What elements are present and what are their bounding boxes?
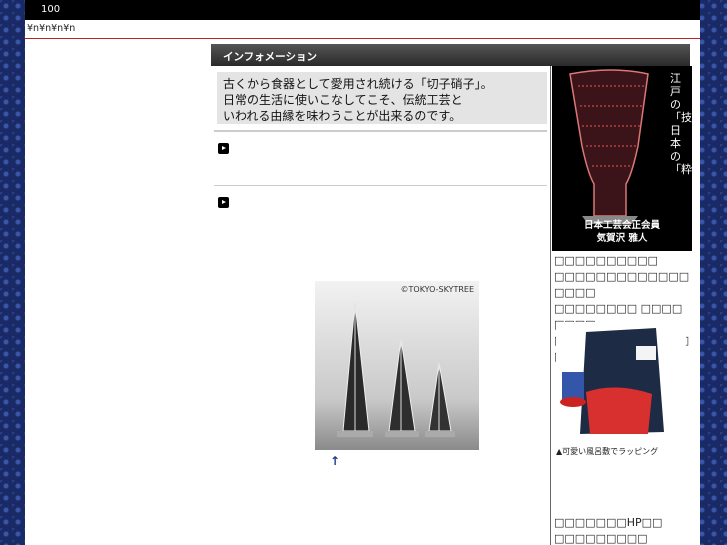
ad-member-name: 気賀沢 雅人 bbox=[596, 233, 648, 244]
sidebar-bottom-line: □□□□□□□□□ bbox=[554, 532, 648, 545]
sidebar-bottom-line: □□□□□□□HP□□ bbox=[554, 516, 663, 529]
top-bar: 100 bbox=[25, 0, 700, 20]
page: 100 ¥n¥n¥n¥n インフォメーション 古くから食器として愛用され続ける「… bbox=[25, 0, 700, 545]
crystal-tower-shapes bbox=[337, 302, 455, 437]
ad-member-line: 日本工芸会正会員 bbox=[583, 220, 660, 231]
kiriko-vase-ad[interactable]: 江戸の「技」日本の「粋」 日本工芸会正会員 気賀沢 雅人 bbox=[552, 66, 700, 251]
sidebar-divider bbox=[550, 66, 551, 545]
information-header-label: インフォメーション bbox=[223, 51, 317, 63]
sidebar-bottom-text: □□□□□□□HP□□ □□□□□□□□□ bbox=[554, 515, 690, 545]
ad-vertical-slogan: 江戸の「技」日本の「粋」 bbox=[670, 72, 700, 176]
breadcrumb[interactable]: ¥n¥n¥n¥n bbox=[27, 20, 75, 38]
top-bar-number: 100 bbox=[41, 4, 61, 15]
intro-line: いわれる由縁を味わうことが出来るのです。 bbox=[223, 109, 462, 123]
divider bbox=[214, 185, 547, 186]
furoshiki-wrapping-photo bbox=[556, 322, 686, 442]
divider bbox=[214, 130, 547, 132]
play-bullet-icon[interactable] bbox=[218, 197, 229, 208]
skytree-crystal-photo: ©TOKYO-SKYTREE bbox=[315, 281, 479, 450]
intro-line: 古くから食器として愛用され続ける「切子硝子」。 bbox=[223, 77, 493, 91]
sidebar-text-line: □□□□□□□□□□□□□□□□□ bbox=[554, 270, 690, 299]
intro-text: 古くから食器として愛用され続ける「切子硝子」。 日常の生活に使いこなしてこそ、伝… bbox=[217, 72, 547, 124]
ad-member-caption: 日本工芸会正会員 気賀沢 雅人 bbox=[558, 219, 686, 245]
intro-line: 日常の生活に使いこなしてこそ、伝統工芸と bbox=[223, 93, 463, 107]
play-bullet-icon[interactable] bbox=[218, 143, 229, 154]
sidebar-text-line: □□□□□□□□□□ bbox=[554, 254, 658, 267]
wrapping-caption: ▲可愛い風呂敷でラッピング bbox=[556, 447, 659, 456]
back-to-top-arrow-icon[interactable]: ↑ bbox=[330, 454, 340, 468]
wrapping-image bbox=[560, 328, 664, 434]
information-header: インフォメーション bbox=[211, 44, 690, 66]
breadcrumb-divider bbox=[25, 38, 700, 39]
